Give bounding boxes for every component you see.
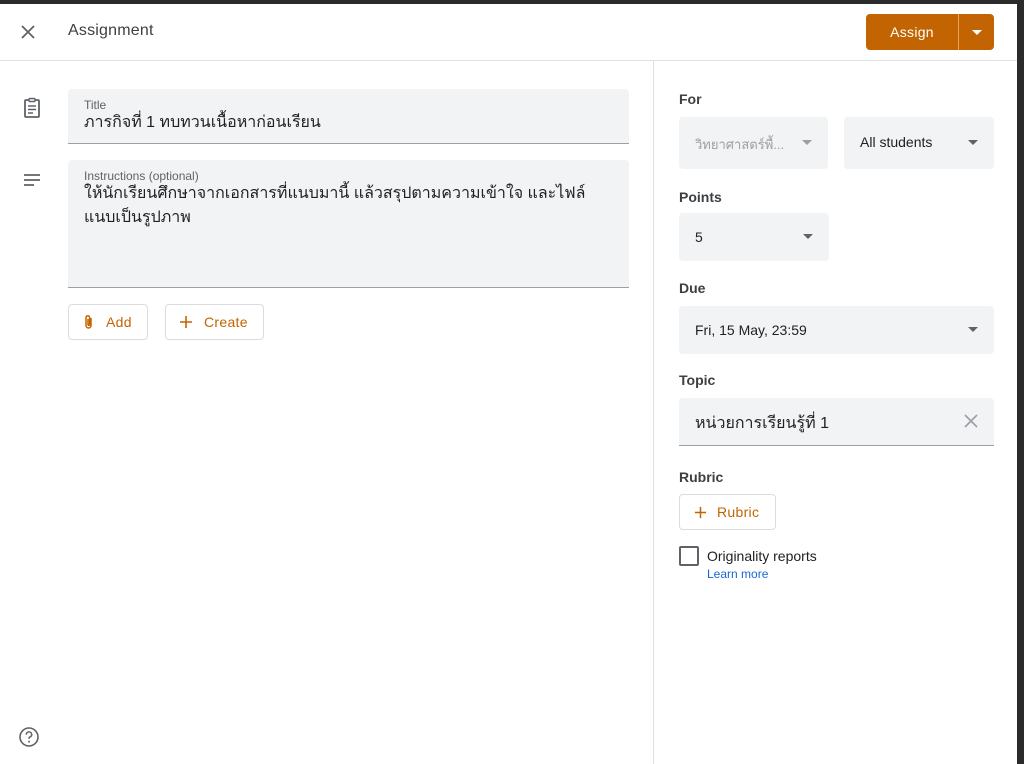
close-button[interactable] [14,18,42,46]
for-label: For [679,91,702,107]
add-rubric-button[interactable]: Rubric [679,494,776,530]
main-panel: Title ภารกิจที่ 1 ทบทวนเนื้อหาก่อนเรียน … [0,61,653,764]
page-title: Assignment [68,22,154,39]
topic-value: หน่วยการเรียนรู้ที่ 1 [695,415,829,432]
title-value: ภารกิจที่ 1 ทบทวนเนื้อหาก่อนเรียน [84,114,321,131]
originality-checkbox[interactable] [679,546,699,566]
assign-dropdown-button[interactable] [959,14,994,50]
top-bar: Assignment Assign [0,4,1017,61]
add-button[interactable]: Add [68,304,148,340]
points-select[interactable]: 5 [679,213,829,261]
title-field[interactable]: Title ภารกิจที่ 1 ทบทวนเนื้อหาก่อนเรียน [68,89,629,144]
window-edge [1017,0,1024,764]
help-icon[interactable] [18,726,40,748]
chevron-down-icon [802,140,812,145]
clear-icon[interactable] [964,414,978,428]
due-label: Due [679,280,706,296]
instructions-value: ให้นักเรียนศึกษาจากเอกสารที่แนบมานี้ แล้… [84,185,586,226]
class-select[interactable]: วิทยาศาสตร์พื้... [679,117,828,169]
assignment-window: Assignment Assign Title ภารกิจที่ 1 ทบทว… [0,4,1017,764]
topic-label: Topic [679,372,716,388]
create-button[interactable]: Create [165,304,264,340]
title-label: Title [84,98,107,112]
instructions-field[interactable]: Instructions (optional) ให้นักเรียนศึกษา… [68,160,629,288]
notes-icon [24,174,40,186]
chevron-down-icon [968,327,978,332]
originality-label: Originality reports [707,548,817,564]
add-label: Add [106,314,132,330]
close-icon [21,25,35,39]
due-select[interactable]: Fri, 15 May, 23:59 [679,306,994,354]
students-select[interactable]: All students [844,117,994,169]
class-value: วิทยาศาสตร์พื้... [695,137,785,152]
topic-field[interactable]: หน่วยการเรียนรู้ที่ 1 [679,398,994,446]
students-value: All students [860,134,933,150]
create-label: Create [204,314,248,330]
due-value: Fri, 15 May, 23:59 [695,322,807,338]
rubric-button-label: Rubric [717,504,760,520]
plus-icon [180,316,192,328]
assign-button[interactable]: Assign [866,14,958,50]
chevron-down-icon [971,29,982,35]
chevron-down-icon [968,140,978,145]
rubric-label: Rubric [679,469,724,485]
plus-icon [694,506,707,518]
instructions-label: Instructions (optional) [84,169,199,183]
assign-button-group: Assign [866,14,994,50]
paperclip-icon [85,314,92,329]
assignment-icon [24,97,40,118]
learn-more-link[interactable]: Learn more [707,567,768,581]
points-label: Points [679,189,722,205]
settings-panel: For วิทยาศาสตร์พื้... All students Point… [653,61,1017,764]
points-value: 5 [695,229,703,245]
chevron-down-icon [803,234,813,239]
